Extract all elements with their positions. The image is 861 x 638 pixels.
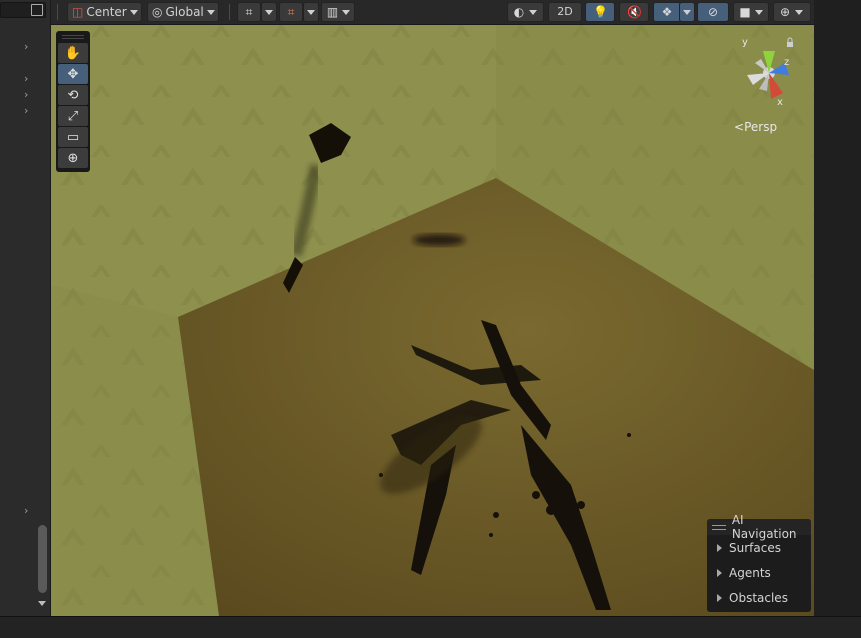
move-tool-icon: ✥: [67, 66, 79, 82]
audio-mute-icon: 🔇: [627, 5, 642, 19]
projection-toggle[interactable]: <Persp: [734, 120, 777, 134]
scene-toolbar: ◫ Center ◎ Global ⌗ ⌗ ▥ ◐ 2D 💡 🔇 ❖ ⊘ ■ ⊕: [51, 0, 814, 25]
globe-icon: ◎: [152, 5, 163, 19]
effects-dropdown[interactable]: [679, 2, 695, 22]
shading-sphere-icon: ◐: [513, 5, 525, 19]
toolbar-separator: [57, 4, 58, 20]
drag-handle-icon: [712, 524, 726, 530]
pivot-mode-label: Center: [86, 5, 127, 19]
expand-arrow-icon: [717, 543, 722, 552]
scale-tool-button[interactable]: ⤢: [58, 106, 88, 126]
expand-arrow-icon[interactable]: ›: [24, 104, 28, 117]
effects-layers-icon: ❖: [661, 5, 673, 19]
lighting-toggle-button[interactable]: 💡: [585, 2, 615, 22]
chevron-down-icon: [265, 9, 273, 15]
ai-nav-item-agents[interactable]: Agents: [707, 560, 811, 585]
audio-toggle-button[interactable]: 🔇: [619, 2, 649, 22]
move-tool-button[interactable]: ✥: [58, 64, 88, 84]
scene-viewport[interactable]: ✋ ✥ ⟲ ⤢ ▭ ⊕ y z x <Persp AI Navigation Surfac…: [51, 25, 814, 616]
axis-x-label: x: [777, 97, 783, 108]
status-bar: [0, 616, 861, 638]
chevron-down-icon: [529, 9, 537, 15]
ai-nav-item-label: Surfaces: [729, 540, 781, 555]
expand-arrow-icon[interactable]: ›: [24, 72, 28, 85]
increment-snap-icon: ⌗: [287, 5, 295, 19]
grid-snap-dropdown[interactable]: [261, 2, 277, 22]
chevron-down-icon: [129, 9, 138, 15]
right-panel-border: [814, 0, 861, 638]
shading-mode-dropdown[interactable]: ◐: [507, 2, 544, 22]
gizmos-dropdown[interactable]: ⊕: [773, 2, 811, 22]
expand-arrow-icon: [717, 593, 722, 602]
rect-tool-icon: ▭: [66, 129, 80, 145]
search-toggle-icon[interactable]: [31, 4, 43, 16]
lock-icon[interactable]: [787, 42, 793, 47]
chevron-down-icon: [307, 9, 315, 15]
ai-nav-item-obstacles[interactable]: Obstacles: [707, 585, 811, 610]
increment-snap-button[interactable]: ⌗: [279, 2, 303, 22]
scene-render: [51, 25, 814, 616]
grid-snap-icon: ⌗: [245, 5, 253, 19]
hand-tool-button[interactable]: ✋: [58, 43, 88, 63]
pivot-mode-dropdown[interactable]: ◫ Center: [67, 2, 142, 22]
visibility-icon: ⊘: [707, 5, 719, 19]
chevron-down-icon: [342, 9, 350, 15]
2d-label: 2D: [557, 5, 573, 18]
scale-tool-icon: ⤢: [67, 108, 79, 124]
ai-nav-item-label: Obstacles: [729, 590, 788, 605]
ai-nav-item-label: Agents: [729, 565, 771, 580]
axis-z-label: z: [784, 57, 789, 68]
hand-tool-icon: ✋: [64, 45, 82, 61]
expand-arrow-icon[interactable]: ›: [24, 88, 28, 101]
2d-toggle-button[interactable]: 2D: [548, 2, 582, 22]
grid-visibility-button[interactable]: ▥: [321, 2, 355, 22]
hierarchy-panel: › › › › ›: [0, 0, 51, 616]
rotate-tool-button[interactable]: ⟲: [58, 85, 88, 105]
camera-icon: ■: [739, 5, 751, 19]
grid-snap-button[interactable]: ⌗: [237, 2, 261, 22]
camera-settings-dropdown[interactable]: ■: [733, 2, 769, 22]
drag-handle[interactable]: [62, 35, 84, 39]
rotate-tool-icon: ⟲: [67, 87, 79, 103]
x-axis-cone[interactable]: [769, 73, 783, 99]
ai-navigation-title: AI Navigation: [731, 513, 797, 541]
pivot-rotation-dropdown[interactable]: ◎ Global: [147, 2, 219, 22]
scene-visibility-button[interactable]: ⊘: [697, 2, 729, 22]
transform-tool-button[interactable]: ⊕: [58, 148, 88, 168]
ai-navigation-header[interactable]: AI Navigation: [707, 513, 811, 541]
ruler-grid-icon: ▥: [326, 5, 339, 19]
chevron-down-icon: [206, 9, 215, 15]
light-bulb-icon: 💡: [593, 5, 608, 19]
hierarchy-scrollbar[interactable]: [38, 525, 47, 593]
chevron-down-icon: [683, 9, 691, 15]
scroll-down-icon[interactable]: [38, 601, 46, 606]
chevron-down-icon: [795, 9, 803, 15]
pivot-icon: ◫: [72, 5, 84, 19]
expand-arrow-icon: [717, 568, 722, 577]
pivot-rotation-label: Global: [165, 5, 204, 19]
expand-arrow-icon[interactable]: ›: [24, 504, 28, 517]
hierarchy-search-field[interactable]: [0, 2, 46, 18]
axis-y-label: y: [742, 37, 748, 48]
increment-snap-dropdown[interactable]: [303, 2, 319, 22]
chevron-left-icon: <: [734, 120, 745, 134]
tool-palette: ✋ ✥ ⟲ ⤢ ▭ ⊕: [56, 31, 90, 172]
expand-arrow-icon[interactable]: ›: [24, 40, 28, 53]
ai-navigation-overlay: AI Navigation Surfaces Agents Obstacles: [707, 513, 811, 612]
effects-toggle-button[interactable]: ❖: [653, 2, 681, 22]
projection-label: Persp: [744, 120, 778, 134]
rect-tool-button[interactable]: ▭: [58, 127, 88, 147]
chevron-down-icon: [755, 9, 763, 15]
gizmos-icon: ⊕: [779, 5, 791, 19]
transform-tool-icon: ⊕: [67, 150, 79, 166]
toolbar-separator: [229, 4, 230, 20]
